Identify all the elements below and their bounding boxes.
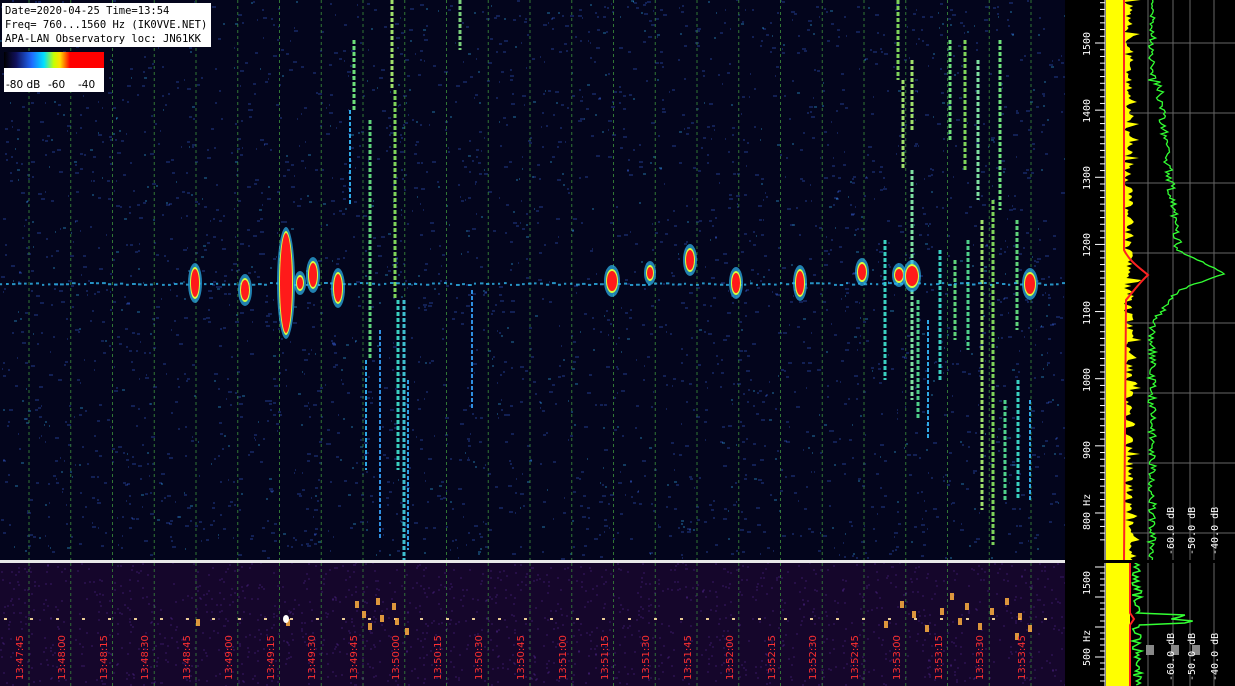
spectrum-db-label: -50.0 dB bbox=[1187, 506, 1198, 555]
time-label: 13:51:00 bbox=[557, 635, 569, 680]
time-label: 13:52:15 bbox=[766, 635, 778, 680]
frequency-label: 800 Hz bbox=[1082, 493, 1093, 530]
time-label: 13:47:45 bbox=[15, 635, 26, 680]
frequency-axis-ticks bbox=[1095, 0, 1106, 560]
waterfall-canvas bbox=[0, 0, 1065, 560]
small-frequency-label: 1500 bbox=[1082, 570, 1093, 595]
frequency-label: 1200 bbox=[1082, 233, 1093, 258]
color-scale-max-label: -40 bbox=[78, 79, 96, 91]
time-label: 13:52:30 bbox=[808, 635, 820, 680]
spectrogram-canvas bbox=[0, 563, 1065, 686]
small-frequency-label: 500 Hz bbox=[1082, 629, 1093, 666]
time-label: 13:50:00 bbox=[390, 635, 402, 680]
time-label: 13:49:00 bbox=[223, 635, 235, 680]
time-label: 13:53:15 bbox=[933, 635, 945, 680]
time-label: 13:48:00 bbox=[56, 635, 68, 680]
small-frequency-axis: 1500 500 Hz bbox=[1065, 563, 1106, 686]
small-spectrum-db-label: -50.0 dB bbox=[1187, 632, 1198, 681]
time-label: 13:50:45 bbox=[516, 635, 527, 680]
color-scale-mid-label: -60 bbox=[48, 79, 66, 91]
frequency-axis: 1500 1400 1300 1200 1100 1000 900 800 Hz bbox=[1065, 0, 1106, 560]
color-scale-min-label: -80 dB bbox=[6, 79, 41, 91]
small-spectrum-db-label: -40.0 dB bbox=[1210, 632, 1221, 681]
info-date-time: Date=2020-04-25 Time=13:54 bbox=[5, 5, 170, 17]
time-label: 13:49:30 bbox=[307, 635, 319, 680]
info-frequency: Freq= 760...1560 Hz (IK0VVE.NET) bbox=[5, 19, 208, 31]
waterfall-main[interactable]: Date=2020-04-25 Time=13:54 Freq= 760...1… bbox=[0, 0, 1065, 560]
info-location: APA-LAN Observatory loc: JN61KK bbox=[5, 33, 201, 45]
small-spectrum-db-label: -60.0 dB bbox=[1166, 632, 1177, 681]
small-spectrum-panel: -60.0 dB -50.0 dB -40.0 dB bbox=[1106, 563, 1235, 686]
time-label: 13:53:30 bbox=[975, 635, 987, 680]
time-label: 13:53:00 bbox=[891, 635, 903, 680]
time-label: 13:50:30 bbox=[474, 635, 486, 680]
spectrogram-strip[interactable]: 13:47:45 13:48:00 13:48:15 13:48:30 13:48:45… bbox=[0, 563, 1065, 686]
frequency-label: 1000 bbox=[1082, 367, 1093, 392]
spectrum-db-label: -60.0 dB bbox=[1166, 506, 1177, 555]
frequency-label: 900 bbox=[1082, 440, 1093, 459]
time-label: 13:49:45 bbox=[349, 635, 360, 680]
time-label: 13:48:45 bbox=[182, 635, 193, 680]
time-label: 13:50:15 bbox=[432, 635, 444, 680]
time-label: 13:49:15 bbox=[265, 635, 277, 680]
frequency-label: 1300 bbox=[1082, 166, 1093, 191]
time-label: 13:51:30 bbox=[641, 635, 653, 680]
time-label: 13:48:15 bbox=[98, 635, 110, 680]
time-label: 13:52:00 bbox=[724, 635, 736, 680]
spectrum-db-label: -40.0 dB bbox=[1210, 506, 1221, 555]
time-label: 13:53:45 bbox=[1017, 635, 1028, 680]
spectrum-plot bbox=[1106, 0, 1235, 560]
frequency-label: 1400 bbox=[1082, 99, 1093, 124]
color-scale-legend: -80 dB -60 -40 bbox=[4, 52, 104, 92]
color-scale-gradient bbox=[4, 52, 104, 68]
spectrum-panel: -60.0 dB -50.0 dB -40.0 dB bbox=[1106, 0, 1235, 560]
time-label: 13:52:45 bbox=[850, 635, 861, 680]
time-label: 13:48:30 bbox=[140, 635, 152, 680]
time-label: 13:51:15 bbox=[599, 635, 611, 680]
time-label: 13:51:45 bbox=[683, 635, 694, 680]
frequency-label: 1500 bbox=[1082, 31, 1093, 56]
info-box: Date=2020-04-25 Time=13:54 Freq= 760...1… bbox=[2, 3, 212, 47]
frequency-label: 1100 bbox=[1082, 300, 1093, 325]
